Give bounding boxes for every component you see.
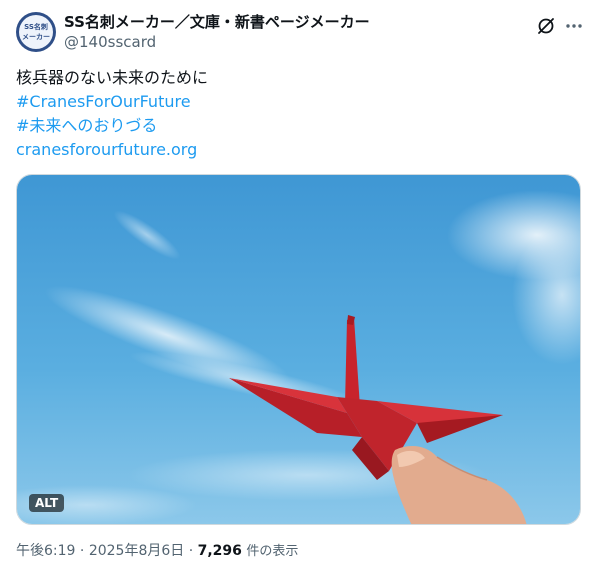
- tweet-card: SS名刺 メーカー SS名刺メーカー／文庫・新書ページメーカー @140ssca…: [0, 0, 598, 573]
- user-handle[interactable]: @140sscard: [64, 32, 156, 52]
- display-name[interactable]: SS名刺メーカー／文庫・新書ページメーカー: [64, 12, 370, 32]
- tweet-text-line: 核兵器のない未来のために: [16, 68, 209, 87]
- more-icon: [566, 24, 582, 28]
- avatar-text-line-1: SS名刺: [24, 23, 48, 31]
- meta-separator: ·: [188, 543, 194, 559]
- avatar-text-line-2: メーカー: [22, 33, 50, 41]
- grok-button[interactable]: [532, 12, 560, 40]
- origami-crane-photo: [17, 175, 580, 524]
- hashtag-link[interactable]: #未来へのおりづる: [16, 114, 576, 138]
- hashtag-link[interactable]: #CranesForOurFuture: [16, 90, 576, 114]
- avatar[interactable]: SS名刺 メーカー: [16, 12, 56, 52]
- tweet-meta: 午後6:19 · 2025年8月6日 · 7,296 件の表示: [16, 541, 298, 562]
- view-count[interactable]: 7,296: [198, 543, 242, 559]
- alt-badge[interactable]: ALT: [29, 494, 65, 512]
- view-count-label: 件の表示: [246, 544, 299, 559]
- more-button[interactable]: [560, 12, 588, 40]
- meta-separator: ·: [79, 543, 85, 559]
- tweet-text: 核兵器のない未来のために #CranesForOurFuture #未来へのおり…: [16, 66, 576, 162]
- post-date[interactable]: 2025年8月6日: [89, 543, 184, 559]
- grok-icon: [538, 18, 554, 34]
- tweet-image[interactable]: ALT: [16, 174, 581, 525]
- external-link[interactable]: cranesforourfuture.org: [16, 138, 576, 162]
- avatar-inner: SS名刺 メーカー: [19, 15, 53, 49]
- post-time[interactable]: 午後6:19: [16, 543, 75, 559]
